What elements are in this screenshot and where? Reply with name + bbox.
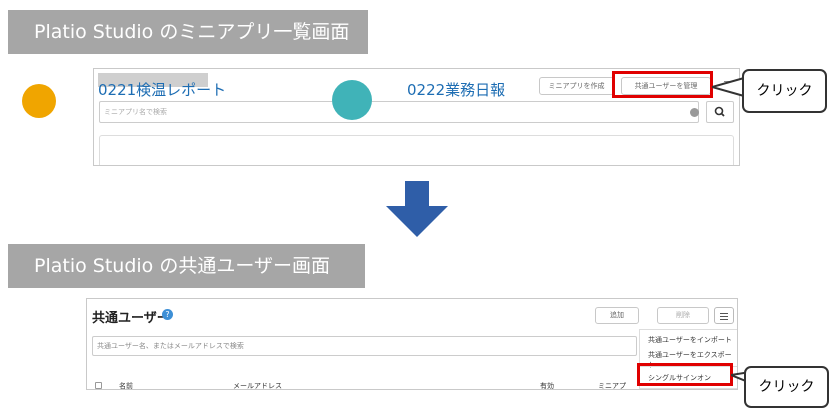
mini-app-avatar [22, 84, 56, 118]
search-button[interactable] [706, 101, 734, 123]
column-header-enabled: 有効 [540, 382, 554, 390]
help-icon[interactable]: ? [162, 309, 173, 320]
down-arrow-icon [386, 181, 448, 237]
page-title: 共通ユーザー [92, 311, 170, 326]
column-header-name: 名前 [119, 382, 133, 390]
mini-app-card-list [99, 135, 734, 165]
column-header-mini-app: ミニアプ [598, 382, 626, 390]
select-all-checkbox[interactable] [95, 382, 102, 389]
column-header-email: メールアドレス [233, 382, 282, 390]
clear-icon[interactable] [690, 108, 699, 117]
highlight-box [612, 71, 713, 98]
banner-bottom: Platio Studio の共通ユーザー画面 [8, 244, 365, 288]
delete-button[interactable]: 削除 [657, 307, 709, 324]
mini-app-card-title[interactable]: 0222業務日報 [407, 79, 505, 100]
highlight-box [637, 363, 733, 386]
add-button[interactable]: 追加 [595, 307, 639, 324]
mini-app-search-input[interactable]: ミニアプリ名で検索 [99, 101, 699, 123]
create-mini-app-button[interactable]: ミニアプリを作成 [539, 77, 614, 95]
menu-item-import[interactable]: 共通ユーザーをインポート [648, 335, 732, 345]
shared-user-search-input[interactable]: 共通ユーザー名、またはメールアドレスで検索 [92, 336, 637, 356]
mini-app-card-title[interactable]: 0221検温レポート [98, 79, 226, 100]
banner-top: Platio Studio のミニアプリ一覧画面 [8, 10, 368, 54]
click-callout: クリック [742, 69, 827, 113]
mini-app-avatar [332, 80, 372, 120]
click-callout: クリック [744, 366, 829, 408]
hamburger-menu-icon[interactable] [714, 307, 734, 324]
search-icon [714, 106, 725, 117]
